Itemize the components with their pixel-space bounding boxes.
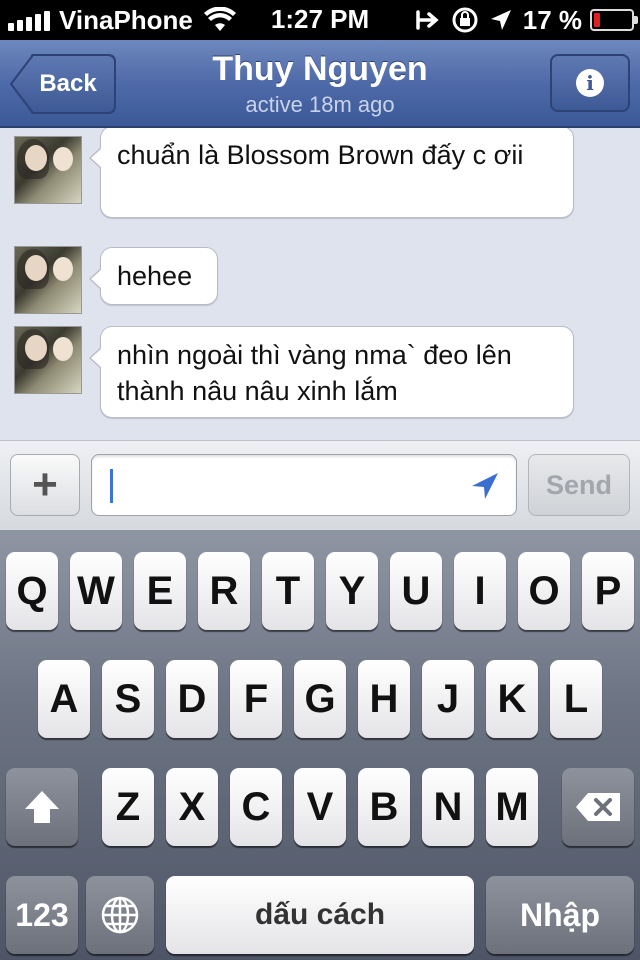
location-arrow-icon: [490, 10, 511, 30]
backspace-icon: [576, 793, 620, 821]
globe-key[interactable]: [86, 876, 154, 954]
add-attachment-button[interactable]: +: [10, 454, 80, 516]
key-x[interactable]: X: [166, 768, 218, 846]
message-bubble: hehee: [89, 247, 218, 305]
navigation-bar: Back Thuy Nguyen active 18m ago i: [0, 40, 640, 128]
message-input[interactable]: [91, 454, 517, 516]
key-b[interactable]: B: [358, 768, 410, 846]
avatar[interactable]: [14, 326, 82, 394]
key-j[interactable]: J: [422, 660, 474, 738]
message-bubble: chuẩn là Blossom Brown đấy c ơii: [89, 128, 574, 218]
key-i[interactable]: I: [454, 552, 506, 630]
key-g[interactable]: G: [294, 660, 346, 738]
return-key[interactable]: Nhập: [486, 876, 634, 954]
shift-key[interactable]: [6, 768, 78, 846]
compose-bar: + Send: [0, 440, 640, 530]
key-h[interactable]: H: [358, 660, 410, 738]
key-f[interactable]: F: [230, 660, 282, 738]
key-v[interactable]: V: [294, 768, 346, 846]
call-forward-icon: [415, 10, 439, 30]
key-l[interactable]: L: [550, 660, 602, 738]
globe-icon: [101, 896, 139, 934]
key-k[interactable]: K: [486, 660, 538, 738]
conversation-title: Thuy Nguyen: [212, 50, 428, 88]
key-d[interactable]: D: [166, 660, 218, 738]
message-list[interactable]: chuẩn là Blossom Brown đấy c ơii hehee n…: [0, 128, 640, 440]
info-button[interactable]: i: [550, 54, 630, 112]
delete-key[interactable]: [562, 768, 634, 846]
key-w[interactable]: W: [70, 552, 122, 630]
message-bubble: nhìn ngoài thì vàng nma` đeo lên thành n…: [89, 326, 574, 418]
key-n[interactable]: N: [422, 768, 474, 846]
avatar[interactable]: [14, 246, 82, 314]
shift-icon: [25, 791, 59, 823]
key-m[interactable]: M: [486, 768, 538, 846]
key-z[interactable]: Z: [102, 768, 154, 846]
avatar[interactable]: [14, 136, 82, 204]
key-e[interactable]: E: [134, 552, 186, 630]
battery-icon: [590, 9, 638, 31]
key-o[interactable]: O: [518, 552, 570, 630]
key-t[interactable]: T: [262, 552, 314, 630]
key-p[interactable]: P: [582, 552, 634, 630]
rotation-lock-icon: [452, 7, 478, 33]
space-key[interactable]: dấu cách: [166, 876, 474, 954]
key-y[interactable]: Y: [326, 552, 378, 630]
battery-percent: 17 %: [522, 4, 582, 35]
send-button[interactable]: Send: [528, 454, 630, 516]
location-icon[interactable]: [470, 471, 500, 501]
status-bar: VinaPhone 1:27 PM 17 %: [0, 0, 640, 40]
info-icon: i: [576, 69, 604, 97]
key-u[interactable]: U: [390, 552, 442, 630]
back-button[interactable]: Back: [10, 54, 116, 114]
text-caret: [110, 469, 113, 503]
numbers-key[interactable]: 123: [6, 876, 78, 954]
key-q[interactable]: Q: [6, 552, 58, 630]
keyboard: QWERTYUIOP ASDFGHJKL ZXCVBNM 123 dấu các…: [0, 530, 640, 960]
key-s[interactable]: S: [102, 660, 154, 738]
active-status: active 18m ago: [245, 92, 395, 117]
key-r[interactable]: R: [198, 552, 250, 630]
key-a[interactable]: A: [38, 660, 90, 738]
key-c[interactable]: C: [230, 768, 282, 846]
